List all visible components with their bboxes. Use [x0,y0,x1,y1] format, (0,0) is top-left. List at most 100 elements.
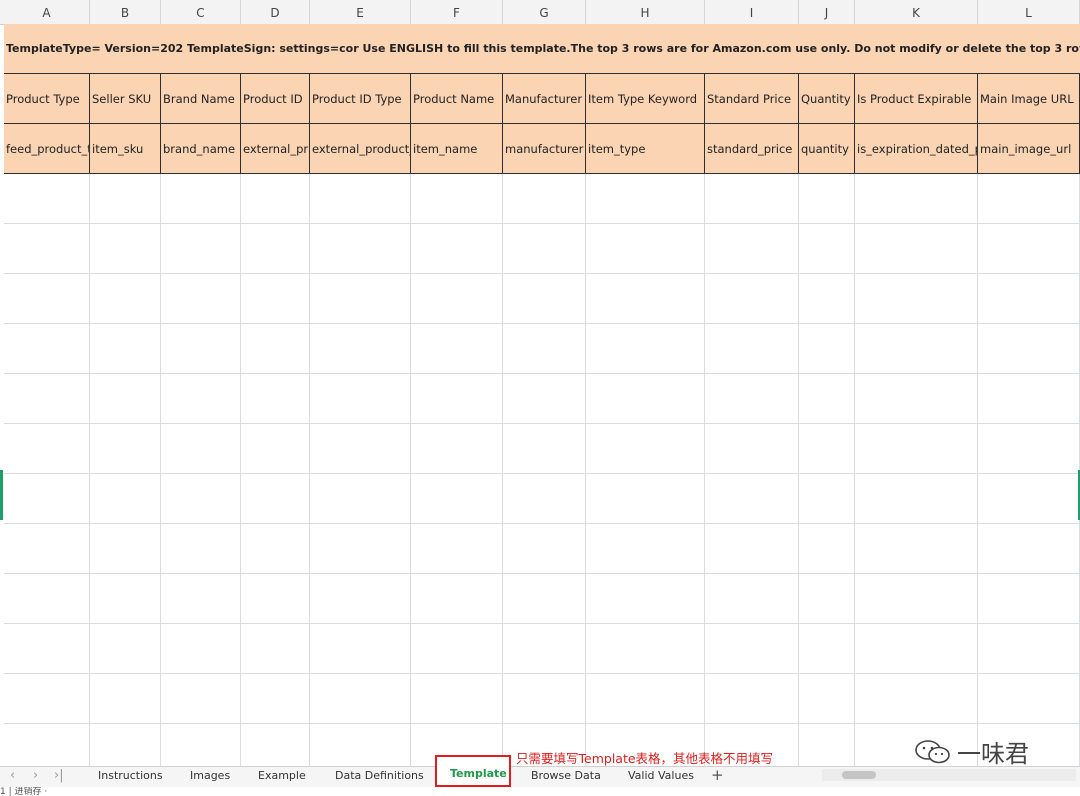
table-cell[interactable] [161,374,241,424]
table-cell[interactable]: Product ID [241,74,310,124]
table-cell[interactable] [799,474,855,524]
table-cell[interactable] [310,624,411,674]
table-cell[interactable] [978,274,1080,324]
table-cell[interactable] [411,224,503,274]
table-cell[interactable]: item_sku [90,124,161,174]
table-cell[interactable] [241,574,310,624]
column-header[interactable]: K [855,0,978,24]
table-cell[interactable] [90,374,161,424]
table-cell[interactable] [310,574,411,624]
table-cell[interactable]: manufacturer [503,124,586,174]
table-cell[interactable] [586,524,705,574]
table-cell[interactable] [310,724,411,766]
table-cell[interactable] [90,574,161,624]
table-cell[interactable] [161,174,241,224]
table-cell[interactable] [4,624,90,674]
table-cell[interactable] [503,474,586,524]
table-cell[interactable] [4,324,90,374]
table-cell[interactable] [799,674,855,724]
table-cell[interactable]: Seller SKU [90,74,161,124]
table-cell[interactable] [855,324,978,374]
table-cell[interactable] [90,674,161,724]
table-cell[interactable] [411,674,503,724]
column-header[interactable]: I [705,0,799,24]
table-cell[interactable]: feed_product_t [4,124,90,174]
table-cell[interactable]: Product Name [411,74,503,124]
chevron-left-icon[interactable]: ‹ [10,768,15,783]
column-header[interactable]: H [586,0,705,24]
table-cell[interactable]: external_product_ [310,124,411,174]
table-cell[interactable] [586,474,705,524]
add-sheet-button[interactable]: + [711,766,724,784]
table-cell[interactable]: Manufacturer [503,74,586,124]
table-cell[interactable] [799,324,855,374]
table-cell[interactable] [855,524,978,574]
table-cell[interactable]: Brand Name [161,74,241,124]
table-cell[interactable] [586,324,705,374]
table-cell[interactable] [4,224,90,274]
table-cell[interactable]: Main Image URL [978,74,1080,124]
table-cell[interactable] [705,374,799,424]
table-cell[interactable] [503,324,586,374]
tab-browse-data[interactable]: Browse Data [531,769,601,782]
spreadsheet-grid[interactable]: TemplateType= Version=202 TemplateSign: … [4,24,1080,766]
table-cell[interactable] [310,374,411,424]
table-cell[interactable] [855,674,978,724]
table-cell[interactable] [241,324,310,374]
table-cell[interactable] [4,424,90,474]
table-cell[interactable] [705,224,799,274]
table-cell[interactable] [161,324,241,374]
table-cell[interactable]: standard_price [705,124,799,174]
tab-example[interactable]: Example [258,769,306,782]
table-cell[interactable] [705,574,799,624]
table-cell[interactable] [503,374,586,424]
table-cell[interactable] [855,624,978,674]
table-cell[interactable] [4,724,90,766]
table-cell[interactable] [503,574,586,624]
table-cell[interactable] [411,324,503,374]
column-header[interactable]: F [411,0,503,24]
column-header[interactable]: L [978,0,1080,24]
table-cell[interactable]: is_expiration_dated_p [855,124,978,174]
table-cell[interactable]: main_image_url [978,124,1080,174]
table-cell[interactable] [310,224,411,274]
table-cell[interactable] [978,174,1080,224]
table-cell[interactable] [705,274,799,324]
table-cell[interactable] [4,174,90,224]
table-cell[interactable] [310,274,411,324]
table-cell[interactable] [161,424,241,474]
table-cell[interactable] [799,374,855,424]
table-cell[interactable]: Is Product Expirable [855,74,978,124]
table-cell[interactable] [4,274,90,324]
table-cell[interactable] [4,574,90,624]
scrollbar-thumb[interactable] [842,771,876,779]
table-cell[interactable] [978,574,1080,624]
table-cell[interactable] [705,474,799,524]
table-cell[interactable] [241,424,310,474]
table-cell[interactable] [241,174,310,224]
table-cell[interactable] [241,674,310,724]
table-cell[interactable]: Standard Price [705,74,799,124]
table-cell[interactable] [90,324,161,374]
table-cell[interactable] [161,574,241,624]
table-cell[interactable]: Item Type Keyword [586,74,705,124]
table-cell[interactable] [241,274,310,324]
table-cell[interactable] [310,524,411,574]
table-cell[interactable] [310,474,411,524]
table-cell[interactable] [799,224,855,274]
table-cell[interactable] [4,524,90,574]
table-cell[interactable] [411,474,503,524]
table-cell[interactable] [310,174,411,224]
table-cell[interactable]: item_type [586,124,705,174]
table-cell[interactable] [310,674,411,724]
chevron-right-icon[interactable]: › [33,768,38,783]
table-cell[interactable] [4,374,90,424]
table-cell[interactable] [90,624,161,674]
table-cell[interactable] [503,274,586,324]
table-cell[interactable] [978,624,1080,674]
table-cell[interactable] [90,524,161,574]
table-cell[interactable]: item_name [411,124,503,174]
table-cell[interactable] [799,524,855,574]
table-cell[interactable] [411,624,503,674]
table-cell[interactable] [90,224,161,274]
